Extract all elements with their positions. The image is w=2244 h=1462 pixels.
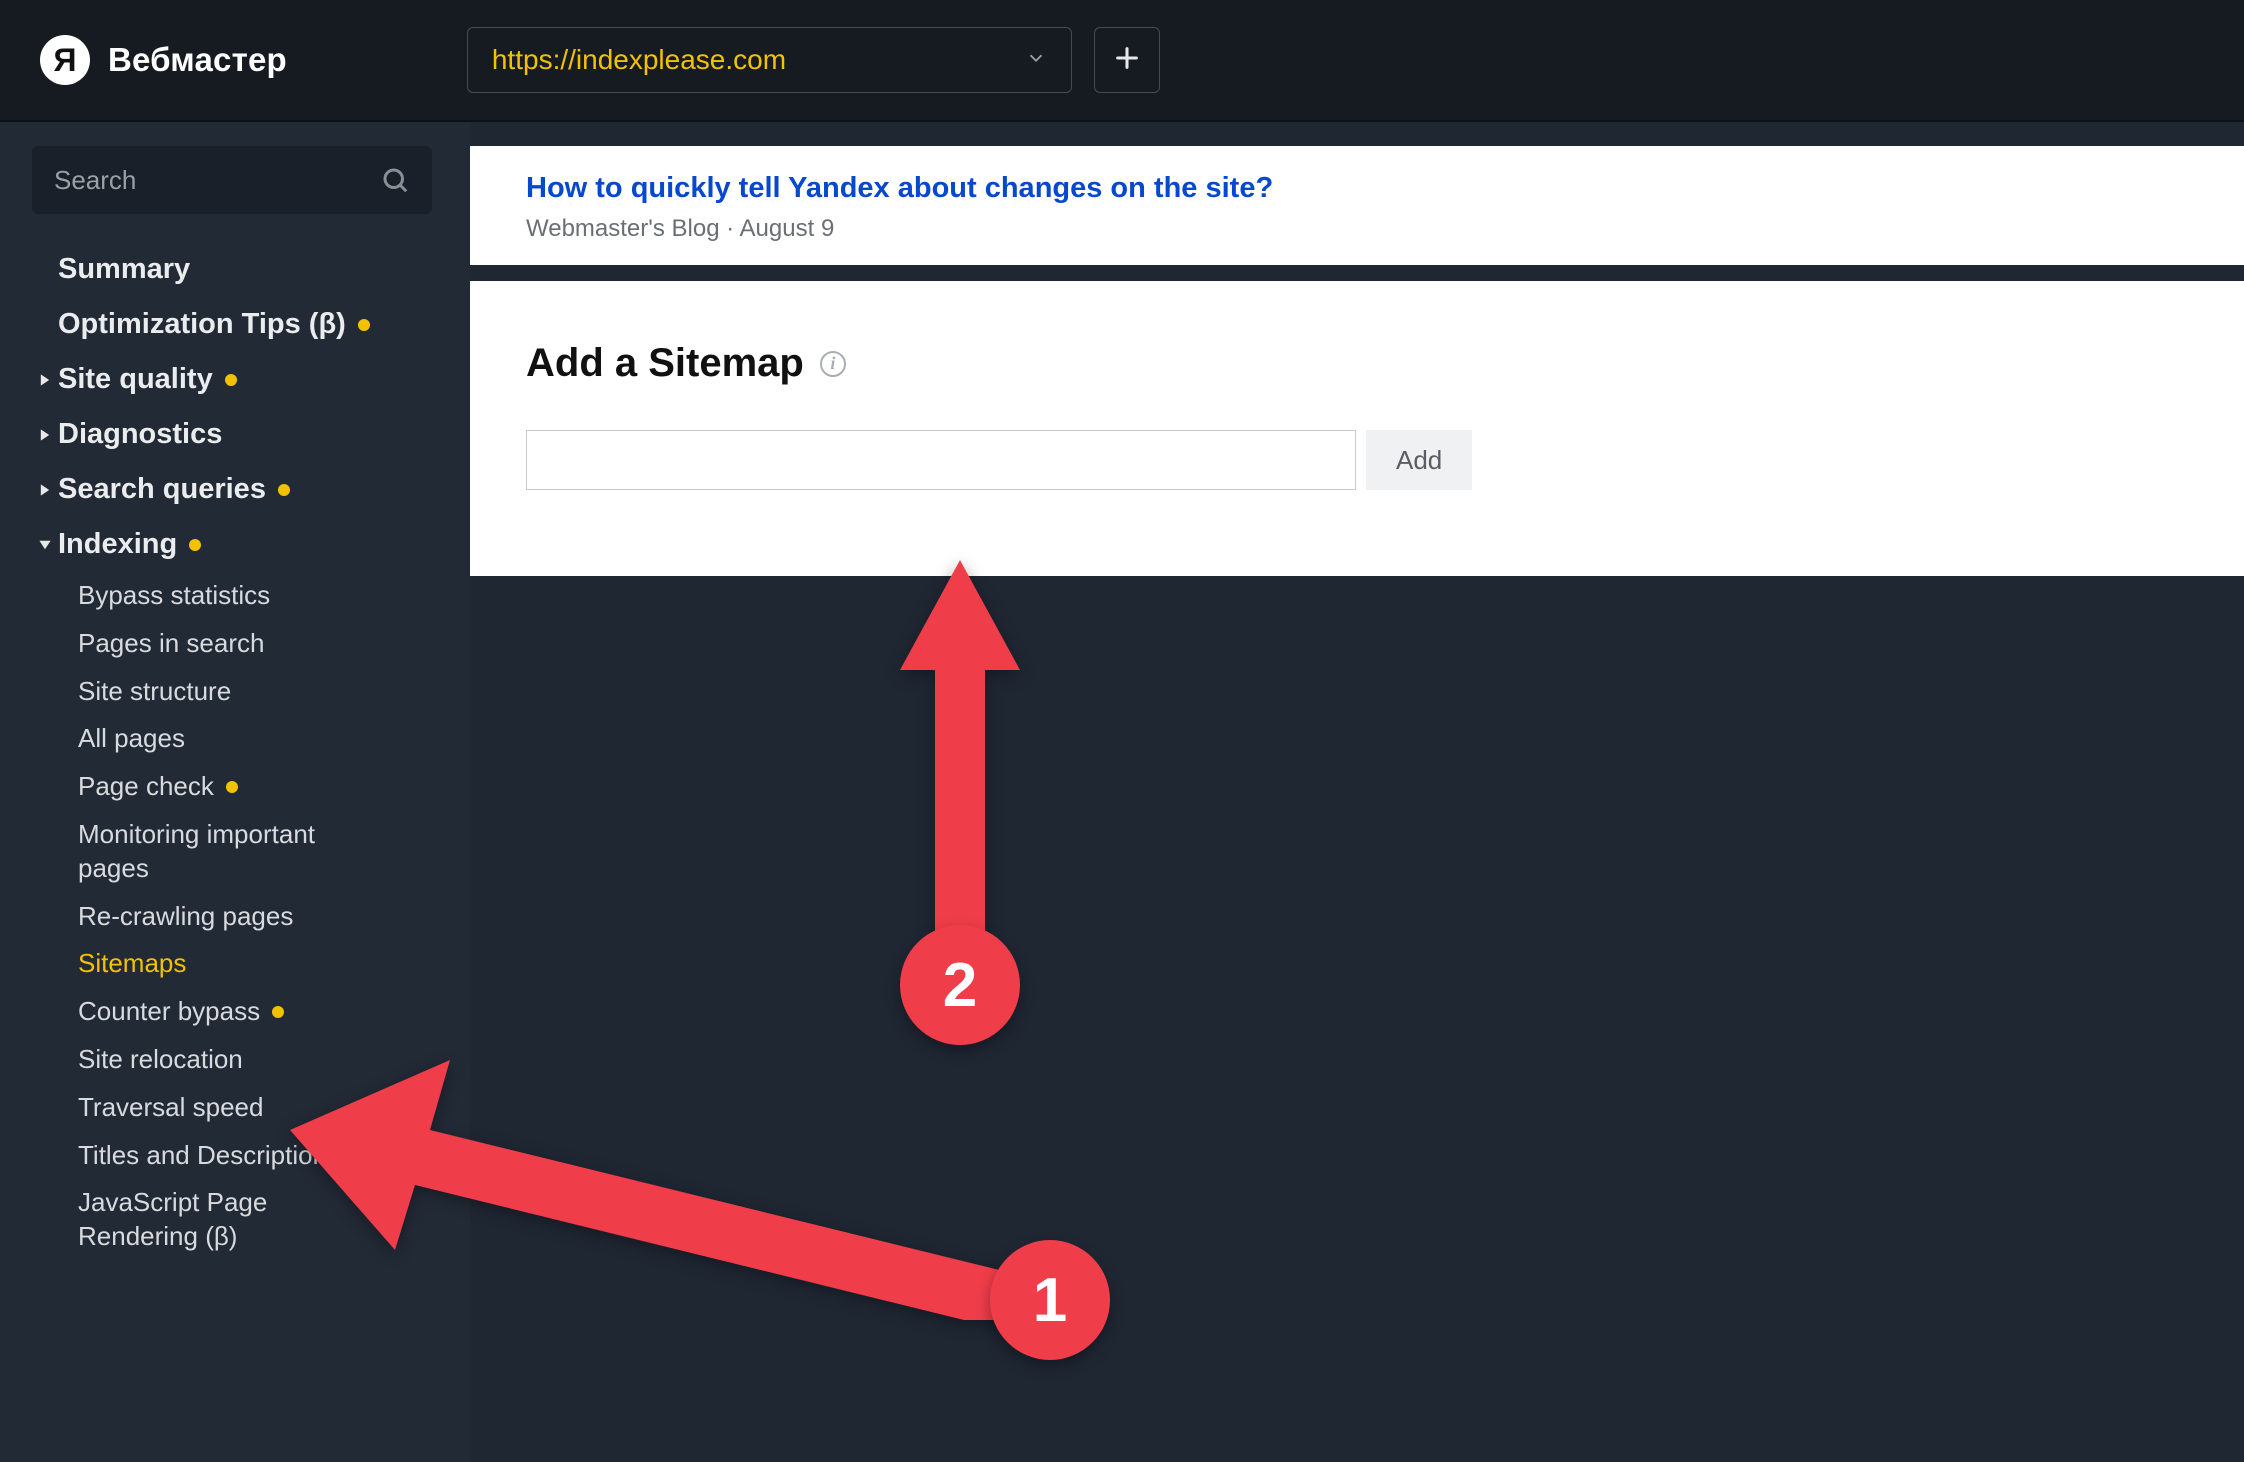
nav-label: Optimization Tips (β) <box>58 308 346 341</box>
caret-right-icon <box>36 483 54 497</box>
dot-indicator-icon <box>278 484 290 496</box>
nav-label: Re-crawling pages <box>78 900 293 934</box>
brand-name: Вебмастер <box>108 41 287 79</box>
nav-site-relocation[interactable]: Site relocation <box>52 1036 438 1084</box>
blog-banner[interactable]: How to quickly tell Yandex about changes… <box>470 146 2244 265</box>
dot-indicator-icon <box>376 1214 388 1226</box>
nav-label: Site relocation <box>78 1043 243 1077</box>
nav-titles-descriptions[interactable]: Titles and Descriptions <box>52 1132 438 1180</box>
panel-title: Add a Sitemap <box>526 341 804 386</box>
nav-diagnostics[interactable]: Diagnostics <box>32 407 438 462</box>
nav-label: Diagnostics <box>58 418 222 451</box>
nav-bypass-statistics[interactable]: Bypass statistics <box>52 572 438 620</box>
nav-page-check[interactable]: Page check <box>52 763 438 811</box>
nav-label: Page check <box>78 770 214 804</box>
sidebar-nav: Summary Optimization Tips (β) Site quali… <box>32 242 438 1261</box>
nav-label: Titles and Descriptions <box>78 1139 340 1173</box>
dot-indicator-icon <box>352 1149 364 1161</box>
nav-label: Site quality <box>58 363 213 396</box>
dot-indicator-icon <box>358 319 370 331</box>
site-selector[interactable]: https://indexplease.com <box>467 27 1072 93</box>
add-sitemap-button[interactable]: Add <box>1366 430 1472 490</box>
dot-indicator-icon <box>225 374 237 386</box>
nav-search-queries[interactable]: Search queries <box>32 462 438 517</box>
info-icon[interactable]: i <box>820 351 846 377</box>
nav-recrawling-pages[interactable]: Re-crawling pages <box>52 893 438 941</box>
nav-label: Monitoring important pages <box>78 818 388 886</box>
yandex-logo-icon: Я <box>40 35 90 85</box>
site-selector-url: https://indexplease.com <box>492 44 786 76</box>
nav-label: Pages in search <box>78 627 264 661</box>
nav-traversal-speed[interactable]: Traversal speed <box>52 1084 438 1132</box>
dot-indicator-icon <box>272 1006 284 1018</box>
nav-label: Counter bypass <box>78 995 260 1029</box>
caret-down-icon <box>36 538 54 552</box>
banner-subtitle: Webmaster's Blog · August 9 <box>526 215 2188 243</box>
brand-letter: Я <box>54 42 77 79</box>
caret-right-icon <box>36 373 54 387</box>
nav-pages-in-search[interactable]: Pages in search <box>52 620 438 668</box>
plus-icon <box>1113 44 1141 77</box>
dot-indicator-icon <box>189 539 201 551</box>
nav-label: Site structure <box>78 675 231 709</box>
nav-label: Indexing <box>58 528 177 561</box>
add-site-button[interactable] <box>1094 27 1160 93</box>
search-icon <box>380 165 410 195</box>
banner-title: How to quickly tell Yandex about changes… <box>526 172 2188 205</box>
nav-site-structure[interactable]: Site structure <box>52 668 438 716</box>
main-content: How to quickly tell Yandex about changes… <box>470 122 2244 1462</box>
header-bar: Я Вебмастер https://indexplease.com <box>0 0 2244 122</box>
nav-label: All pages <box>78 722 185 756</box>
brand: Я Вебмастер <box>40 35 287 85</box>
nav-site-quality[interactable]: Site quality <box>32 352 438 407</box>
nav-label: JavaScript Page Rendering (β) <box>78 1186 364 1254</box>
chevron-down-icon <box>1025 47 1047 74</box>
dot-indicator-icon <box>226 781 238 793</box>
nav-javascript-rendering[interactable]: JavaScript Page Rendering (β) <box>52 1179 392 1261</box>
sidebar: Summary Optimization Tips (β) Site quali… <box>0 122 470 1462</box>
caret-right-icon <box>36 428 54 442</box>
nav-label: Search queries <box>58 473 266 506</box>
sidebar-search[interactable] <box>32 146 432 214</box>
nav-all-pages[interactable]: All pages <box>52 715 438 763</box>
nav-label: Sitemaps <box>78 947 186 981</box>
nav-indexing[interactable]: Indexing <box>32 517 438 572</box>
nav-optimization-tips[interactable]: Optimization Tips (β) <box>32 297 438 352</box>
nav-label: Bypass statistics <box>78 579 270 613</box>
nav-indexing-children: Bypass statistics Pages in search Site s… <box>32 572 438 1261</box>
nav-sitemaps[interactable]: Sitemaps <box>52 940 438 988</box>
nav-label: Summary <box>58 253 190 286</box>
nav-label: Traversal speed <box>78 1091 263 1125</box>
nav-monitoring-important-pages[interactable]: Monitoring important pages <box>52 811 392 893</box>
sitemap-url-input[interactable] <box>526 430 1356 490</box>
nav-counter-bypass[interactable]: Counter bypass <box>52 988 438 1036</box>
search-input[interactable] <box>54 165 354 196</box>
add-sitemap-panel: Add a Sitemap i Add <box>470 281 2244 576</box>
nav-summary[interactable]: Summary <box>32 242 438 297</box>
